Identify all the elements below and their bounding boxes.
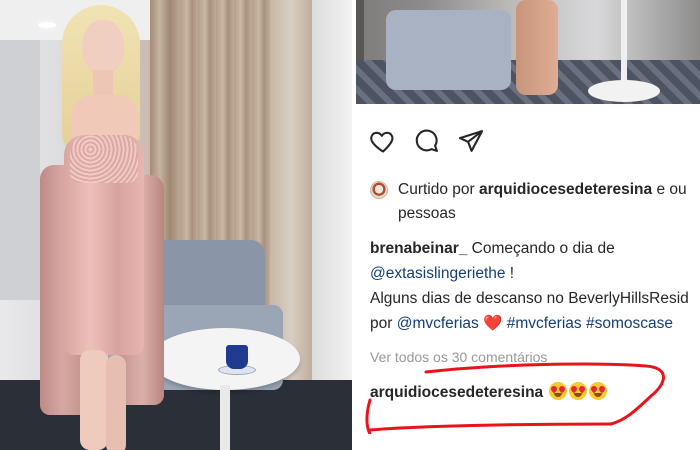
liked-by-line: Curtido por arquidiocesedeteresina e ou — [398, 178, 687, 201]
comment-username[interactable]: arquidiocesedeteresina — [370, 384, 543, 401]
like-button[interactable] — [368, 126, 398, 156]
liked-by-username[interactable]: arquidiocesedeteresina — [479, 181, 652, 198]
caption-line: brenabeinar_ Começando o dia de — [370, 237, 700, 262]
table-pole — [621, 0, 627, 86]
comment-button[interactable] — [412, 126, 442, 156]
wall — [0, 40, 40, 300]
liked-by-suffix: e ou — [652, 181, 687, 198]
face — [82, 20, 124, 76]
comment: arquidiocesedeteresina — [370, 382, 608, 402]
legs — [516, 0, 558, 95]
table-base — [588, 80, 660, 102]
leg — [106, 355, 126, 450]
caption-line: Alguns dias de descanso no BeverlyHillsR… — [370, 290, 689, 307]
view-all-comments-link[interactable]: Ver todos os 30 comentários — [370, 349, 547, 365]
hashtag-link[interactable]: #somoscase — [586, 315, 673, 332]
post-photo-crop — [356, 0, 700, 104]
mention-link[interactable]: @mvcferias — [397, 315, 479, 332]
paper-plane-icon — [458, 130, 484, 152]
speech-bubble-icon — [415, 129, 438, 152]
hashtag-link[interactable]: #mvcferias — [507, 315, 582, 332]
post-action-bar — [368, 124, 500, 158]
leg — [80, 350, 108, 450]
caption-line: @extasislingeriethe ! — [370, 262, 700, 287]
caption-username[interactable]: brenabeinar_ — [370, 240, 467, 257]
lace-bodice — [70, 135, 138, 183]
caption-text: por — [370, 315, 397, 332]
mention-link[interactable]: @extasislingeriethe — [370, 265, 506, 282]
side-table — [150, 328, 300, 390]
post-photo-woman-in-room — [0, 0, 352, 450]
heart-outline-icon — [370, 131, 394, 153]
liked-by-prefix: Curtido por — [398, 181, 479, 198]
caption-text: ! — [505, 265, 515, 282]
sofa — [386, 10, 511, 90]
avatar[interactable] — [370, 181, 388, 199]
share-button[interactable] — [456, 126, 486, 156]
caption-text: Começando o dia de — [467, 240, 615, 257]
heart-eyes-emoji — [569, 382, 588, 400]
caption-line: por @mvcferias ❤️ #mvcferias #somoscase — [370, 312, 700, 337]
heart-eyes-emoji — [549, 382, 568, 400]
side-table-leg — [220, 385, 230, 450]
post-caption: brenabeinar_ Começando o dia de @extasis… — [370, 237, 700, 337]
ceiling-light — [38, 22, 56, 28]
coffee-cup — [226, 345, 248, 369]
instagram-post-panel: Curtido por arquidiocesedeteresina e ou … — [356, 104, 700, 450]
heart-emoji: ❤️ — [483, 315, 503, 332]
liked-by-line-2: pessoas — [398, 205, 456, 222]
heart-eyes-emoji — [589, 382, 608, 400]
